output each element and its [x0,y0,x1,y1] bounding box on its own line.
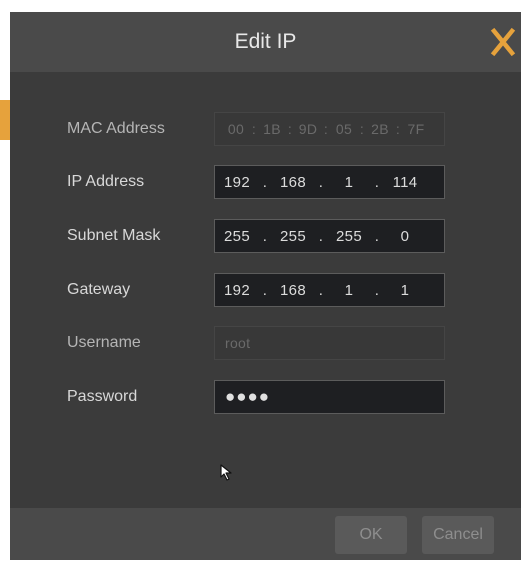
username-field: root [214,326,445,360]
mac-separator: : [287,121,293,137]
screen: Edit IP MAC Address 00 : 1B : 9D : 05 : [0,0,521,562]
ip-octet[interactable]: 192 [215,174,259,191]
mouse-pointer-icon [220,464,236,482]
gateway-octet[interactable]: 1 [383,282,427,299]
dialog-titlebar: Edit IP [10,12,521,72]
mac-separator: : [359,121,365,137]
octet-separator: . [262,281,268,299]
gateway-row: Gateway 192 . 168 . 1 . 1 [10,273,521,307]
mac-part: 2B [371,121,389,137]
mac-part: 1B [263,121,281,137]
ip-octet[interactable]: 1 [327,174,371,191]
subnet-mask-label: Subnet Mask [67,227,161,244]
ok-button[interactable]: OK [335,516,407,554]
subnet-octet[interactable]: 0 [383,228,427,245]
subnet-octet[interactable]: 255 [327,228,371,245]
close-icon[interactable] [489,25,517,59]
gateway-field[interactable]: 192 . 168 . 1 . 1 [214,273,445,307]
mac-separator: : [323,121,329,137]
password-label: Password [67,388,138,405]
edit-ip-dialog: Edit IP MAC Address 00 : 1B : 9D : 05 : [10,12,521,560]
ip-octet[interactable]: 168 [271,174,315,191]
mac-separator: : [251,121,257,137]
username-row: Username root [10,326,521,360]
mac-part: 9D [298,121,318,137]
octet-separator: . [374,173,380,191]
dialog-body: MAC Address 00 : 1B : 9D : 05 : 2B : 7F … [10,72,521,508]
gateway-octet[interactable]: 1 [327,282,371,299]
subnet-mask-row: Subnet Mask 255 . 255 . 255 . 0 [10,219,521,253]
password-mask: ●●●● [225,387,271,406]
octet-separator: . [318,281,324,299]
octet-separator: . [318,227,324,245]
octet-separator: . [262,173,268,191]
ip-address-row: IP Address 192 . 168 . 1 . 114 [10,165,521,199]
mac-separator: : [395,121,401,137]
dialog-footer: OK Cancel [10,508,521,560]
password-field[interactable]: ●●●● [214,380,445,414]
mac-address-row: MAC Address 00 : 1B : 9D : 05 : 2B : 7F [10,112,521,146]
gateway-octet[interactable]: 168 [271,282,315,299]
mac-address-field: 00 : 1B : 9D : 05 : 2B : 7F [214,112,445,146]
cancel-button[interactable]: Cancel [422,516,494,554]
octet-separator: . [374,281,380,299]
octet-separator: . [262,227,268,245]
gateway-label: Gateway [67,281,131,298]
subnet-octet[interactable]: 255 [215,228,259,245]
mac-part: 7F [407,121,425,137]
mac-address-label: MAC Address [67,120,165,137]
password-row: Password ●●●● [10,380,521,414]
octet-separator: . [374,227,380,245]
dialog-title: Edit IP [234,30,297,53]
mac-part: 05 [335,121,353,137]
mac-part: 00 [227,121,245,137]
octet-separator: . [318,173,324,191]
subnet-octet[interactable]: 255 [271,228,315,245]
background-accent-strip [0,100,10,140]
subnet-mask-field[interactable]: 255 . 255 . 255 . 0 [214,219,445,253]
ip-address-field[interactable]: 192 . 168 . 1 . 114 [214,165,445,199]
gateway-octet[interactable]: 192 [215,282,259,299]
ip-address-label: IP Address [67,173,145,190]
username-label: Username [67,334,141,351]
ip-octet[interactable]: 114 [383,174,427,191]
